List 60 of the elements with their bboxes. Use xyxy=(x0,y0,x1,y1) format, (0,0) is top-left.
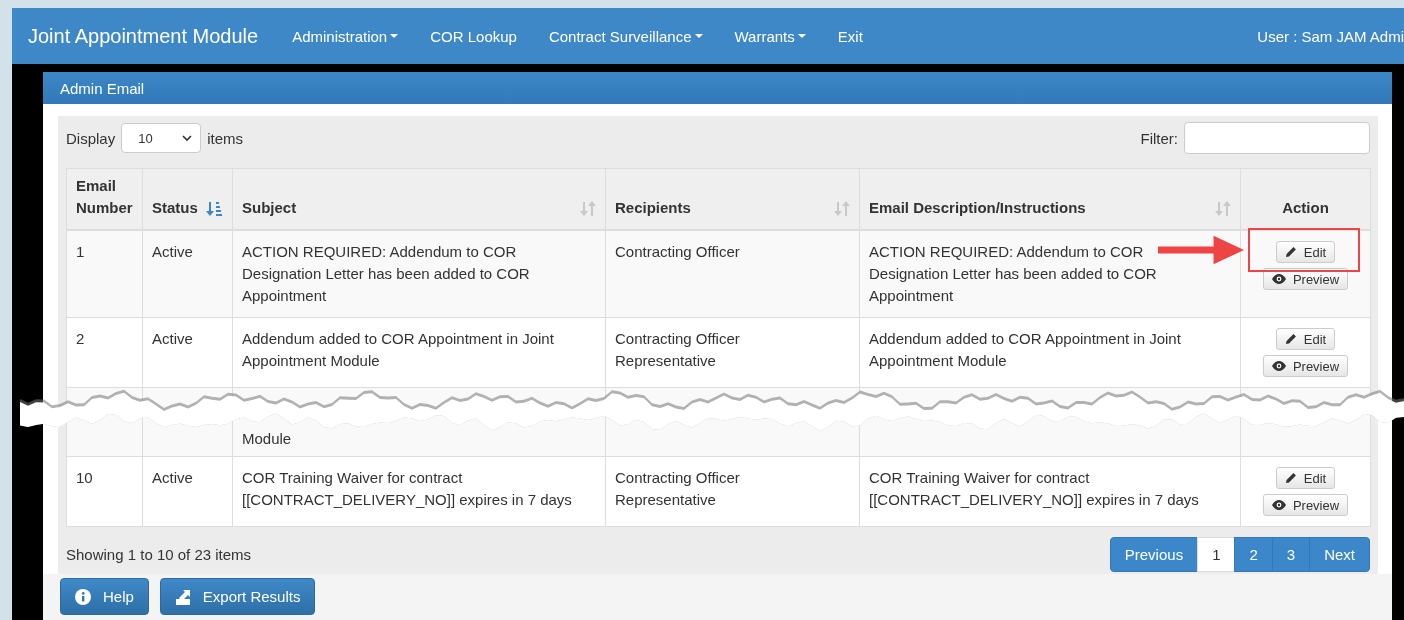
pencil-icon xyxy=(1284,246,1297,258)
edit-button[interactable]: Edit xyxy=(1275,328,1336,350)
nav-menu-item[interactable]: Administration xyxy=(292,27,399,45)
table-cell: Active xyxy=(142,230,233,318)
pagination-button[interactable]: 2 xyxy=(1234,537,1273,572)
export-button[interactable]: Export Results xyxy=(159,578,316,615)
preview-button[interactable]: Preview xyxy=(1262,355,1349,377)
pagination-button[interactable]: Previous xyxy=(1109,537,1199,572)
table-cell: COR Training Waiver for contract [[CONTRACT_DELIVERY_NO]] expires in 7 days xyxy=(232,456,606,527)
edit-button[interactable]: Edit xyxy=(1275,241,1336,263)
pagination-button[interactable]: Next xyxy=(1309,537,1370,572)
caret-icon xyxy=(694,34,703,38)
nav-menu-item[interactable]: COR Lookup xyxy=(430,27,517,45)
export-icon xyxy=(174,588,191,605)
table-cell: Addendum added to COR Appointment in Joint Appointment Module xyxy=(232,317,606,388)
chevron-icon xyxy=(182,134,193,142)
eye-icon xyxy=(1271,274,1286,284)
table-cell: Active xyxy=(142,456,233,527)
sortable-column-header[interactable]: Recipients xyxy=(605,168,860,230)
table-cell: Active xyxy=(142,317,233,388)
table-cell: 2 xyxy=(66,317,143,388)
panel-title: Admin Email xyxy=(60,79,145,97)
table-cell: Contracting Officer Representative xyxy=(605,317,860,388)
table-cell: 1 xyxy=(66,230,143,318)
pencil-icon xyxy=(1284,333,1297,345)
nav-menu-item[interactable]: Exit xyxy=(837,27,863,45)
table-cell: ACTION REQUIRED: Addendum to COR Designation Letter has been added to COR Appointment xyxy=(232,230,606,318)
caret-icon xyxy=(390,34,399,38)
table-info: Showing 1 to 10 of 23 items xyxy=(66,546,252,563)
items-label: items xyxy=(207,129,244,147)
table-cell: COR Training Waiver for contract [[CONTRACT_DELIVERY_NO]] expires in 7 days xyxy=(859,456,1241,527)
preview-button[interactable]: Preview xyxy=(1262,268,1349,290)
table-cell: Contracting Officer Representative xyxy=(605,456,860,527)
table-cell: ACTION REQUIRED: Addendum to COR Designation Letter has been added to COR Appointment xyxy=(859,230,1241,318)
column-header: Email Number xyxy=(66,168,143,230)
pagination-button[interactable]: 1 xyxy=(1197,537,1236,572)
page-size-select[interactable]: 10 xyxy=(121,123,202,153)
caret-icon xyxy=(797,34,806,38)
filter-label: Filter: xyxy=(1140,129,1178,147)
app-title[interactable]: Joint Appointment Module xyxy=(28,24,259,48)
column-header: Action xyxy=(1240,168,1371,230)
eye-icon xyxy=(1271,500,1286,510)
preview-button[interactable]: Preview xyxy=(1262,494,1349,516)
user-label: User : Sam JAM Admi xyxy=(1257,27,1404,45)
info-icon xyxy=(75,588,91,605)
pencil-icon xyxy=(1284,472,1297,484)
eye-icon xyxy=(1271,361,1286,371)
sortable-column-header[interactable]: Subject xyxy=(232,168,606,230)
help-button[interactable]: Help xyxy=(60,578,149,615)
nav-menu-item[interactable]: Contract Surveillance xyxy=(548,27,703,45)
table-cell: 10 xyxy=(66,456,143,527)
table-cell: Addendum added to COR Appointment in Joint Appointment Module xyxy=(859,317,1241,388)
pagination-button[interactable]: 3 xyxy=(1271,537,1311,572)
sortable-column-header[interactable]: Email Description/Instructions xyxy=(859,168,1241,230)
nav-menu-item[interactable]: Warrants xyxy=(734,27,806,45)
display-label: Display xyxy=(66,129,116,147)
filter-field[interactable] xyxy=(1184,122,1370,154)
sortable-column-header[interactable]: Status xyxy=(142,168,233,230)
table-cell: Contracting Officer xyxy=(605,230,860,318)
edit-button[interactable]: Edit xyxy=(1275,467,1336,489)
